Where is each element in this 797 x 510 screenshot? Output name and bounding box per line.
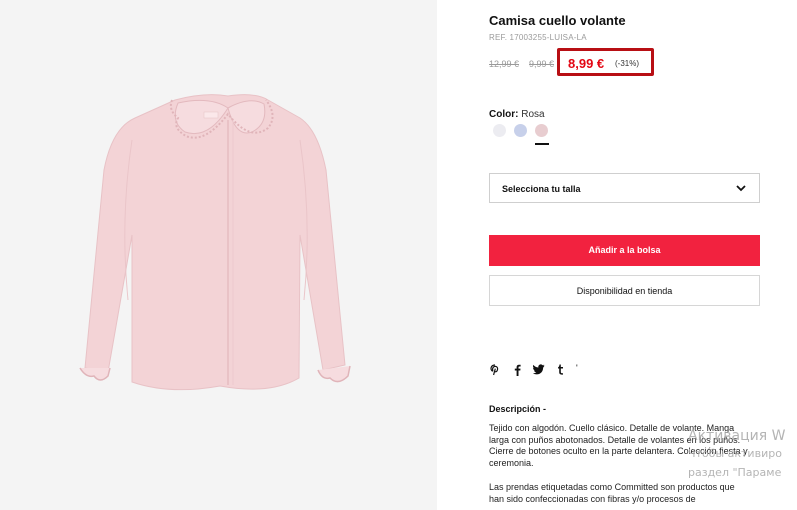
- product-title: Camisa cuello volante: [489, 13, 626, 28]
- color-label: Color: Rosa: [489, 109, 545, 120]
- discount-badge: (-31%): [615, 59, 640, 68]
- size-select-label: Selecciona tu talla: [502, 184, 581, 194]
- shirt-illustration: [79, 94, 351, 391]
- store-availability-button[interactable]: Disponibilidad en tienda: [489, 275, 760, 306]
- product-info: Camisa cuello volante REF. 17003255-LUIS…: [489, 0, 797, 510]
- color-swatch-blue[interactable]: [514, 124, 527, 137]
- current-price-highlight: 8,99 € (-31%): [557, 48, 654, 76]
- current-price: 8,99 €: [568, 56, 605, 71]
- original-price: 12,99 €: [489, 59, 520, 69]
- facebook-icon[interactable]: [514, 364, 521, 376]
- selected-swatch-indicator: [535, 143, 549, 145]
- description-paragraph-1: Tejido con algodón. Cuello clásico. Deta…: [489, 423, 748, 468]
- description-title[interactable]: Descripción -: [489, 404, 546, 414]
- color-value: Rosa: [521, 109, 545, 120]
- pinterest-icon[interactable]: [490, 364, 500, 376]
- twitter-icon[interactable]: [533, 364, 545, 375]
- color-swatch-pink[interactable]: [535, 124, 548, 137]
- color-swatch-white[interactable]: [493, 124, 506, 137]
- description-paragraph-2: Las prendas etiquetadas como Committed s…: [489, 482, 735, 504]
- product-image[interactable]: [0, 0, 437, 510]
- more-share-icon[interactable]: ': [576, 363, 578, 373]
- previous-price: 9,99 €: [529, 59, 555, 69]
- add-to-bag-button[interactable]: Añadir a la bolsa: [489, 235, 760, 266]
- chevron-down-icon: [736, 185, 746, 192]
- product-reference: REF. 17003255-LUISA-LA: [489, 33, 587, 42]
- size-select[interactable]: Selecciona tu talla: [489, 173, 760, 203]
- color-label-title: Color:: [489, 109, 519, 120]
- tumblr-icon[interactable]: [557, 364, 564, 375]
